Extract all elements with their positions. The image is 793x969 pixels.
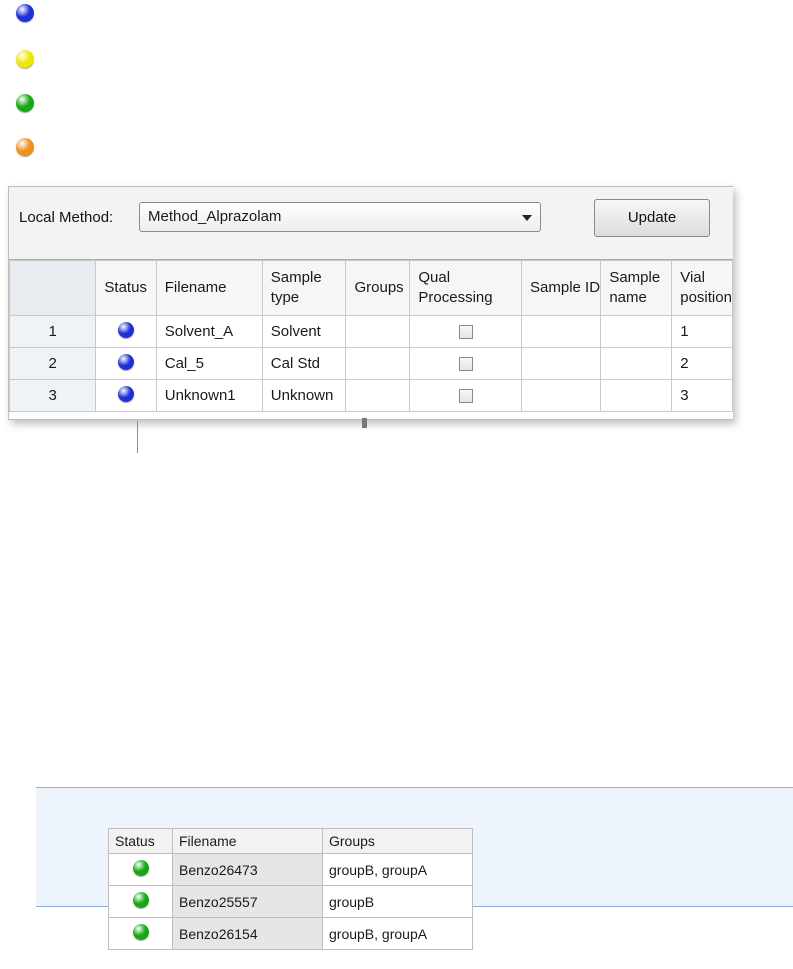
groups-cell[interactable]: groupB, groupA xyxy=(322,917,473,950)
row-number[interactable]: 3 xyxy=(9,379,97,412)
row-header-corner[interactable] xyxy=(9,260,97,316)
sample-type-cell[interactable]: Unknown xyxy=(261,379,347,412)
filename-cell[interactable]: Cal_5 xyxy=(155,347,263,380)
green-status-orb-icon xyxy=(132,860,149,876)
groups-cell[interactable] xyxy=(345,347,411,380)
qual-processing-checkbox[interactable] xyxy=(458,357,473,372)
filename-cell[interactable]: Benzo26154 xyxy=(172,917,323,950)
green-status-orb-icon xyxy=(132,924,149,940)
column-header-status[interactable]: Status xyxy=(108,828,173,854)
table-row[interactable]: Benzo26154 groupB, groupA xyxy=(108,917,473,950)
sample-id-cell[interactable] xyxy=(521,379,602,412)
qual-processing-cell xyxy=(409,347,523,380)
sample-id-cell[interactable] xyxy=(521,347,602,380)
chevron-down-icon xyxy=(522,215,532,221)
status-cell xyxy=(108,853,173,886)
column-header-vial-position[interactable]: Vial position xyxy=(671,260,733,316)
note-box: Status Filename Groups Benzo26473 groupB… xyxy=(36,787,793,950)
yellow-status-orb-icon xyxy=(16,50,34,68)
row-number[interactable]: 1 xyxy=(9,315,97,348)
groups-example-table: Status Filename Groups Benzo26473 groupB… xyxy=(108,828,473,950)
status-cell xyxy=(95,315,157,348)
green-status-orb-icon xyxy=(16,94,34,112)
table-row[interactable]: 3 Unknown1 Unknown 3 xyxy=(9,379,733,412)
column-header-sample-type[interactable]: Sample type xyxy=(261,260,347,316)
sample-table: Status Filename Sample type Groups Qual … xyxy=(9,260,733,412)
status-cell xyxy=(108,885,173,918)
table-row[interactable]: Benzo26473 groupB, groupA xyxy=(108,853,473,886)
sample-list-panel: Local Method: Method_Alprazolam Update S… xyxy=(8,186,733,420)
column-header-filename[interactable]: Filename xyxy=(155,260,263,316)
qual-processing-cell xyxy=(409,379,523,412)
filename-cell[interactable]: Benzo25557 xyxy=(172,885,323,918)
column-header-groups[interactable]: Groups xyxy=(322,828,473,854)
table-row[interactable]: Benzo25557 groupB xyxy=(108,885,473,918)
sample-name-cell[interactable] xyxy=(600,347,673,380)
qual-processing-checkbox[interactable] xyxy=(458,325,473,340)
column-header-qual-processing[interactable]: Qual Processing xyxy=(409,260,523,316)
filename-cell[interactable]: Solvent_A xyxy=(155,315,263,348)
sample-grid: Status Filename Sample type Groups Qual … xyxy=(9,259,733,419)
table-row[interactable]: 1 Solvent_A Solvent 1 xyxy=(9,315,733,348)
filename-cell[interactable]: Unknown1 xyxy=(155,379,263,412)
sample-type-cell[interactable]: Cal Std xyxy=(261,347,347,380)
column-resize-marker xyxy=(362,418,367,428)
blue-status-orb-icon xyxy=(16,4,34,22)
sample-name-cell[interactable] xyxy=(600,379,673,412)
qual-processing-checkbox[interactable] xyxy=(458,389,473,404)
status-cell xyxy=(108,917,173,950)
sample-type-cell[interactable]: Solvent xyxy=(261,315,347,348)
green-status-orb-icon xyxy=(132,892,149,908)
groups-cell[interactable]: groupB xyxy=(322,885,473,918)
column-header-filename[interactable]: Filename xyxy=(172,828,323,854)
column-header-status[interactable]: Status xyxy=(95,260,157,316)
column-header-sample-name[interactable]: Sample name xyxy=(600,260,673,316)
blue-status-orb-icon xyxy=(118,353,135,370)
groups-cell[interactable]: groupB, groupA xyxy=(322,853,473,886)
column-header-sample-id[interactable]: Sample ID xyxy=(521,260,602,316)
sample-id-cell[interactable] xyxy=(521,315,602,348)
groups-cell[interactable] xyxy=(345,315,411,348)
column-header-groups[interactable]: Groups xyxy=(345,260,411,316)
vial-position-cell[interactable]: 2 xyxy=(671,347,733,380)
vial-position-cell[interactable]: 1 xyxy=(671,315,733,348)
qual-processing-cell xyxy=(409,315,523,348)
filename-cell[interactable]: Benzo26473 xyxy=(172,853,323,886)
update-button[interactable]: Update xyxy=(594,199,710,237)
local-method-label: Local Method: xyxy=(19,209,114,226)
orange-status-orb-icon xyxy=(16,138,34,156)
local-method-dropdown[interactable]: Method_Alprazolam xyxy=(139,202,541,232)
local-method-value: Method_Alprazolam xyxy=(148,208,282,225)
blue-status-orb-icon xyxy=(118,385,135,402)
status-cell xyxy=(95,379,157,412)
sample-name-cell[interactable] xyxy=(600,315,673,348)
row-number[interactable]: 2 xyxy=(9,347,97,380)
groups-cell[interactable] xyxy=(345,379,411,412)
blue-status-orb-icon xyxy=(118,321,135,338)
vial-position-cell[interactable]: 3 xyxy=(671,379,733,412)
status-cell xyxy=(95,347,157,380)
table-row[interactable]: 2 Cal_5 Cal Std 2 xyxy=(9,347,733,380)
callout-line xyxy=(137,421,138,453)
